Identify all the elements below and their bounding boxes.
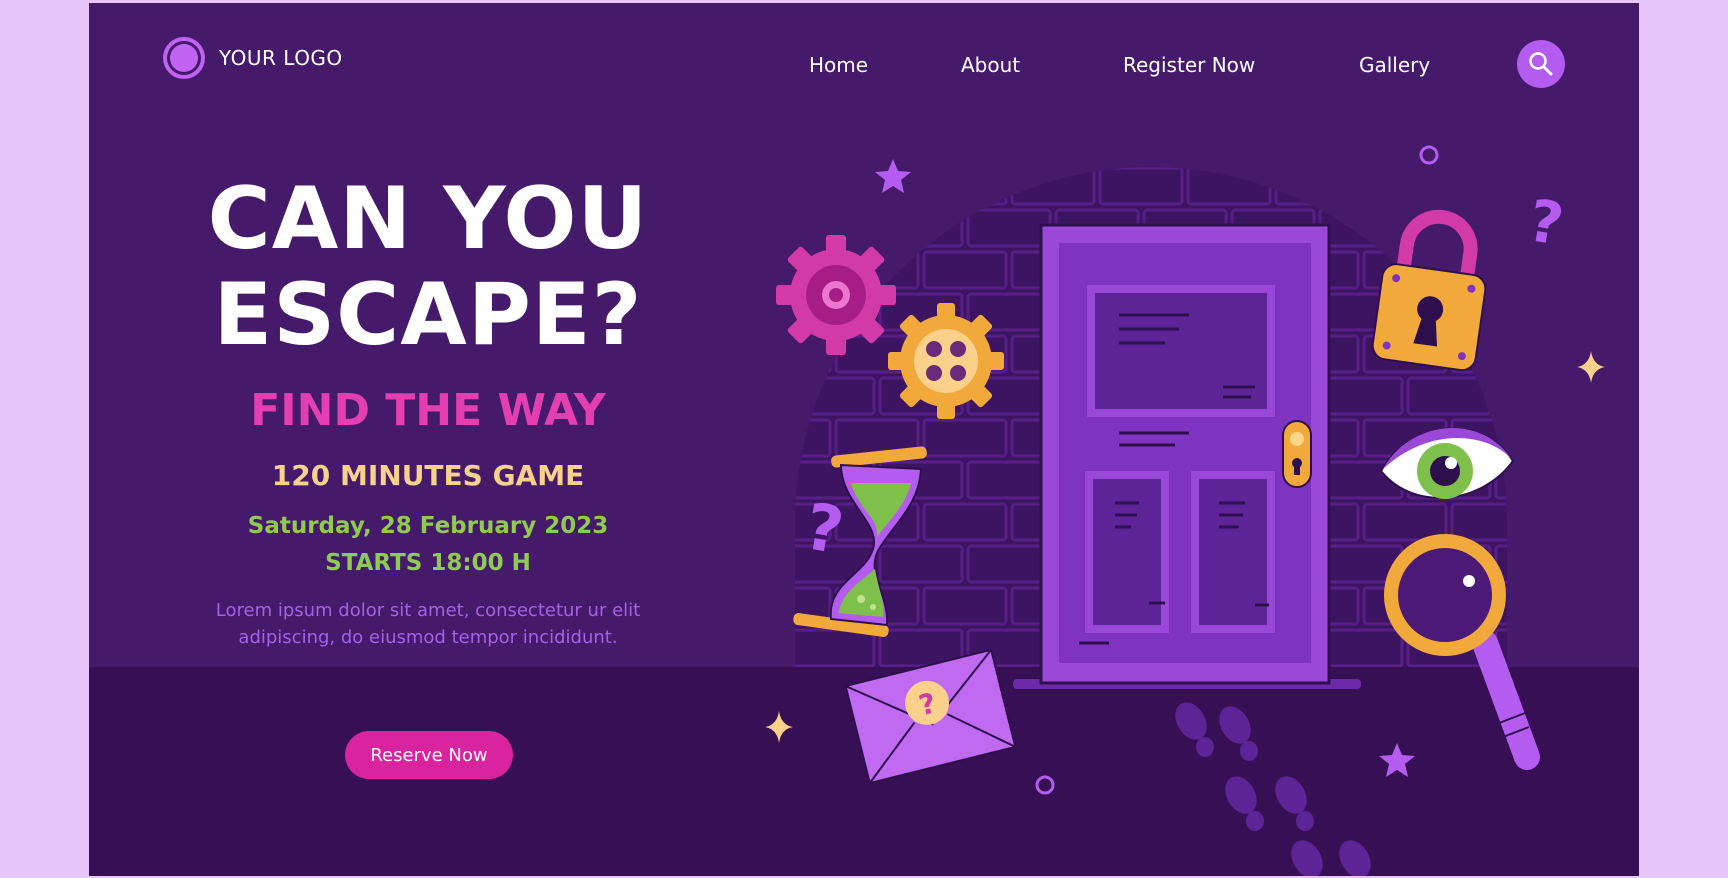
nav-about[interactable]: About <box>961 53 1020 77</box>
event-date: Saturday, 28 February 2023 <box>247 513 609 539</box>
hero-title-line1: CAN YOU <box>207 169 649 269</box>
search-icon <box>1529 52 1553 76</box>
footprints-icon <box>1175 702 1371 876</box>
event-start-time: STARTS 18:00 H <box>325 550 531 576</box>
padlock-icon <box>1371 209 1487 372</box>
gear-icon <box>776 235 896 355</box>
hero-description: Lorem ipsum dolor sit amet, consectetur … <box>215 600 641 648</box>
logo-text: YOUR LOGO <box>219 46 343 70</box>
question-icon: ? <box>1523 186 1568 259</box>
escape-room-illustration: ? ? ? <box>765 145 1605 876</box>
logo[interactable]: YOUR LOGO <box>163 37 343 79</box>
reserve-now-button[interactable]: Reserve Now <box>345 731 513 779</box>
ring-decoration <box>1419 145 1439 165</box>
gear-icon <box>888 303 1004 419</box>
landing-panel: ? ? ? YOUR LOGO Home About Register Now … <box>89 3 1639 876</box>
envelope-icon: ? <box>844 648 1017 785</box>
star-icon <box>875 159 911 193</box>
nav-gallery[interactable]: Gallery <box>1359 53 1430 77</box>
hero-title: CAN YOU ESCAPE? <box>197 171 659 363</box>
star-icon <box>1379 743 1415 777</box>
ring-decoration <box>1035 775 1055 795</box>
hero-subtitle: FIND THE WAY <box>250 385 606 436</box>
search-button[interactable] <box>1517 40 1565 88</box>
nav-register-now[interactable]: Register Now <box>1123 53 1255 77</box>
logo-circle-icon <box>163 37 205 79</box>
hero-title-line2: ESCAPE? <box>213 265 643 365</box>
game-duration: 120 MINUTES GAME <box>271 459 585 492</box>
nav-home[interactable]: Home <box>809 53 868 77</box>
door-icon <box>1039 223 1331 685</box>
svg-text:?: ? <box>1523 186 1568 259</box>
